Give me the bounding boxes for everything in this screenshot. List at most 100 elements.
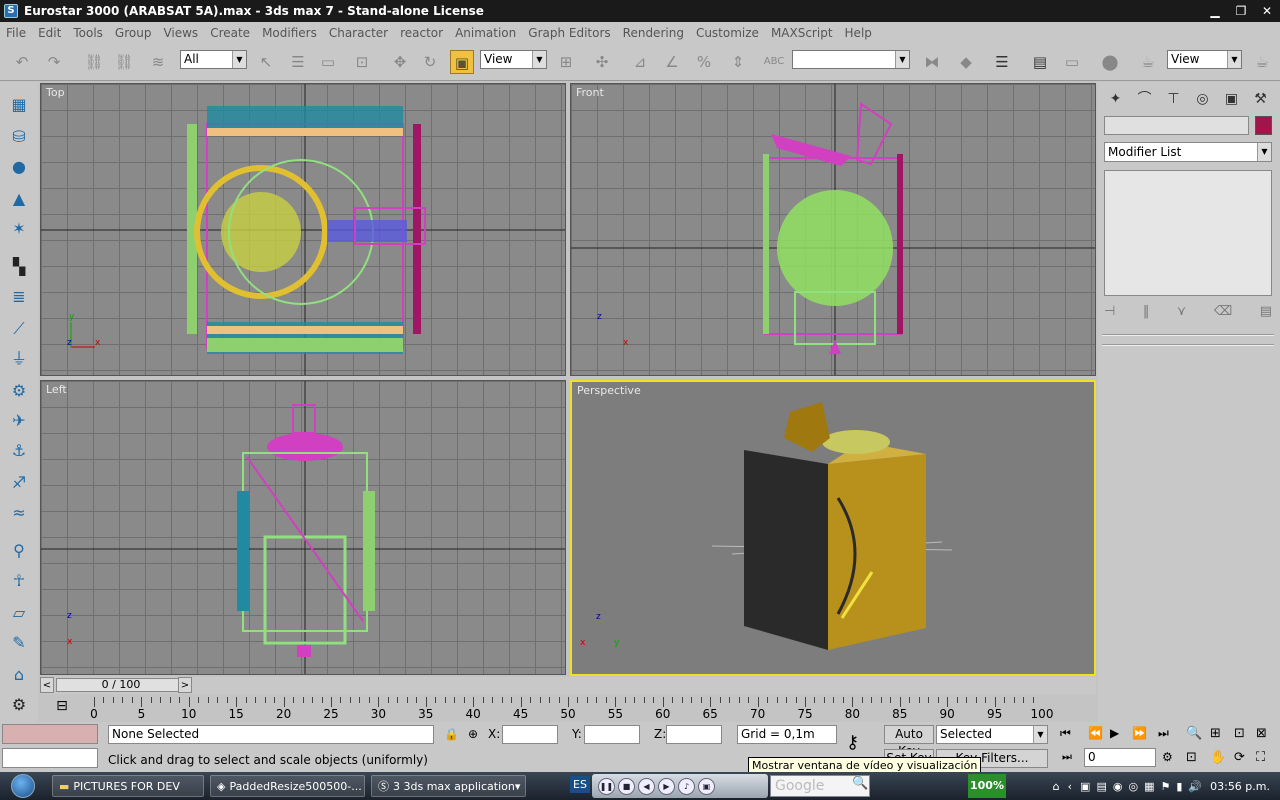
menu-create[interactable]: Create <box>204 26 256 40</box>
show-end-result-icon[interactable]: ‖ <box>1143 304 1150 319</box>
menu-tools[interactable]: Tools <box>67 26 109 40</box>
select-and-scale-icon[interactable]: ▣ <box>450 50 474 74</box>
curve-editor-icon[interactable]: ▤ <box>1028 50 1052 74</box>
motion-tab-icon[interactable]: ◎ <box>1191 88 1214 110</box>
start-button[interactable] <box>0 772 46 800</box>
bones-icon[interactable]: ⚲ <box>6 538 32 564</box>
maxscript-input[interactable] <box>2 748 98 768</box>
spinner-snap-icon[interactable]: ⇕ <box>726 50 750 74</box>
time-slider-thumb[interactable]: 0 / 100 <box>56 678 186 692</box>
clock[interactable]: 03:56 p.m. <box>1210 780 1270 793</box>
remove-modifier-icon[interactable]: ⌫ <box>1214 304 1232 319</box>
previous-frame-icon[interactable]: ⏪ <box>1088 726 1103 740</box>
hair-icon[interactable]: ✎ <box>6 630 32 656</box>
menu-customize[interactable]: Customize <box>690 26 765 40</box>
menu-edit[interactable]: Edit <box>32 26 67 40</box>
layer-manager-icon[interactable]: ☰ <box>990 50 1014 74</box>
media-volume-icon[interactable]: ♪ <box>678 777 695 795</box>
menu-modifiers[interactable]: Modifiers <box>256 26 323 40</box>
align-icon[interactable]: ◆ <box>954 50 978 74</box>
taper-icon[interactable]: ⏚ <box>6 346 32 372</box>
menu-graph-editors[interactable]: Graph Editors <box>522 26 616 40</box>
modifier-list-dropdown[interactable]: Modifier List ▼ <box>1104 142 1272 162</box>
media-restore-icon[interactable]: ▣ <box>698 777 715 795</box>
create-sphere-icon[interactable]: ● <box>6 154 32 180</box>
create-cone-icon[interactable]: ▲ <box>6 186 32 212</box>
object-name-field[interactable] <box>1104 116 1249 135</box>
go-to-end-icon[interactable]: ⏭ <box>1158 726 1169 741</box>
manipulate-icon[interactable]: ✣ <box>590 50 614 74</box>
create-star-icon[interactable]: ✶ <box>6 216 32 242</box>
selection-filter-dropdown[interactable]: All ▼ <box>180 50 247 69</box>
menu-rendering[interactable]: Rendering <box>617 26 690 40</box>
utilities-icon[interactable]: ⚙ <box>6 692 32 718</box>
maximize-button[interactable]: ❐ <box>1228 2 1254 20</box>
skin-icon[interactable]: ▱ <box>6 600 32 626</box>
menu-group[interactable]: Group <box>109 26 158 40</box>
snaps-toggle-icon[interactable]: ⊿ <box>628 50 652 74</box>
zoom-level-badge[interactable]: 100% <box>968 774 1006 798</box>
select-and-rotate-icon[interactable]: ↻ <box>418 50 442 74</box>
material-editor-icon[interactable]: ⬤ <box>1098 50 1122 74</box>
systems-icon[interactable]: ♐ <box>6 470 32 496</box>
hierarchy-tab-icon[interactable]: ⊤ <box>1162 88 1185 110</box>
wave-icon[interactable]: ≈ <box>6 500 32 526</box>
quick-render-icon[interactable]: ☕ <box>1250 50 1274 74</box>
modify-icon[interactable]: ▚ <box>6 254 32 280</box>
time-configuration-icon[interactable]: ⚙ <box>1162 750 1173 764</box>
curve-editor-mini-icon[interactable]: ⊟ <box>52 698 72 718</box>
stack-icon[interactable]: ≣ <box>6 284 32 310</box>
pan-hand-icon[interactable]: ✋ <box>1210 750 1226 765</box>
tray-app-icon[interactable]: ▣ <box>1080 780 1090 793</box>
menu-maxscript[interactable]: MAXScript <box>765 26 839 40</box>
viewport-top[interactable]: Top y x z <box>40 83 566 376</box>
signal-icon[interactable]: ▮ <box>1176 780 1182 793</box>
tray-app-icon[interactable]: ▤ <box>1096 780 1106 793</box>
flag-icon[interactable]: ⚑ <box>1160 780 1170 793</box>
next-frame-icon[interactable]: ⏩ <box>1132 726 1147 740</box>
time-slider-next-button[interactable]: > <box>178 677 192 693</box>
search-icon[interactable]: 🔍 <box>852 776 868 791</box>
undo-icon[interactable]: ↶ <box>10 50 34 74</box>
firefox-icon[interactable]: ◎ <box>1128 780 1138 793</box>
taskbar-item-3dsmax[interactable]: Ⓢ 3 3ds max application ▾ <box>371 775 526 797</box>
menu-views[interactable]: Views <box>157 26 204 40</box>
modify-tab-icon[interactable]: ⌒ <box>1133 88 1156 110</box>
volume-icon[interactable]: 🔊 <box>1188 780 1202 793</box>
gear-icon[interactable]: ⚙ <box>6 378 32 404</box>
media-previous-icon[interactable]: ◀ <box>638 777 655 795</box>
menu-reactor[interactable]: reactor <box>394 26 449 40</box>
browser-icon[interactable]: ◉ <box>1113 780 1123 793</box>
media-pause-icon[interactable]: ❚❚ <box>598 777 615 795</box>
go-to-start-icon[interactable]: ⏮ <box>1060 726 1071 741</box>
pivot-point-icon[interactable]: ⊞ <box>554 50 578 74</box>
create-cylinder-icon[interactable]: ⛁ <box>6 124 32 150</box>
x-coordinate-field[interactable] <box>502 725 558 744</box>
window-crossing-icon[interactable]: ⊡ <box>350 50 374 74</box>
edit-named-selection-icon[interactable]: ABC <box>762 50 786 74</box>
pin-stack-icon[interactable]: ⊣ <box>1104 304 1115 319</box>
network-icon[interactable]: ⌂ <box>1053 780 1060 793</box>
create-tab-icon[interactable]: ✦ <box>1104 88 1127 110</box>
configure-modifier-sets-icon[interactable]: ▤ <box>1260 304 1272 319</box>
track-bar[interactable]: 0 5 10 15 20 25 30 35 40 45 50 55 60 65 70 75 80 85 90 95 10… <box>80 697 1060 721</box>
maxscript-listener-mini[interactable] <box>2 724 98 744</box>
object-color-swatch[interactable] <box>1255 116 1272 135</box>
rectangular-selection-icon[interactable]: ▭ <box>316 50 340 74</box>
named-selection-dropdown[interactable]: ▼ <box>792 50 910 69</box>
redo-icon[interactable]: ↷ <box>42 50 66 74</box>
time-slider-prev-button[interactable]: < <box>40 677 54 693</box>
character-icon[interactable]: ☥ <box>6 568 32 594</box>
percent-snap-icon[interactable]: % <box>692 50 716 74</box>
play-icon[interactable]: ▶ <box>1110 726 1119 740</box>
bind-space-warp-icon[interactable]: ≋ <box>146 50 170 74</box>
render-scene-icon[interactable]: ☕ <box>1136 50 1160 74</box>
lock-selection-icon[interactable]: 🔒 <box>444 727 459 741</box>
render-view-dropdown[interactable]: View ▼ <box>1167 50 1242 69</box>
chevron-left-icon[interactable]: ‹ <box>1068 780 1072 793</box>
key-icon[interactable]: ⚷ <box>846 732 859 753</box>
arc-rotate-icon[interactable]: ⟳ <box>1234 750 1245 765</box>
zoom-extents-icon[interactable]: ⊡ <box>1234 726 1245 741</box>
mirror-icon[interactable]: ⧓ <box>920 50 944 74</box>
spacewarp-icon[interactable]: ⚓ <box>6 438 32 464</box>
